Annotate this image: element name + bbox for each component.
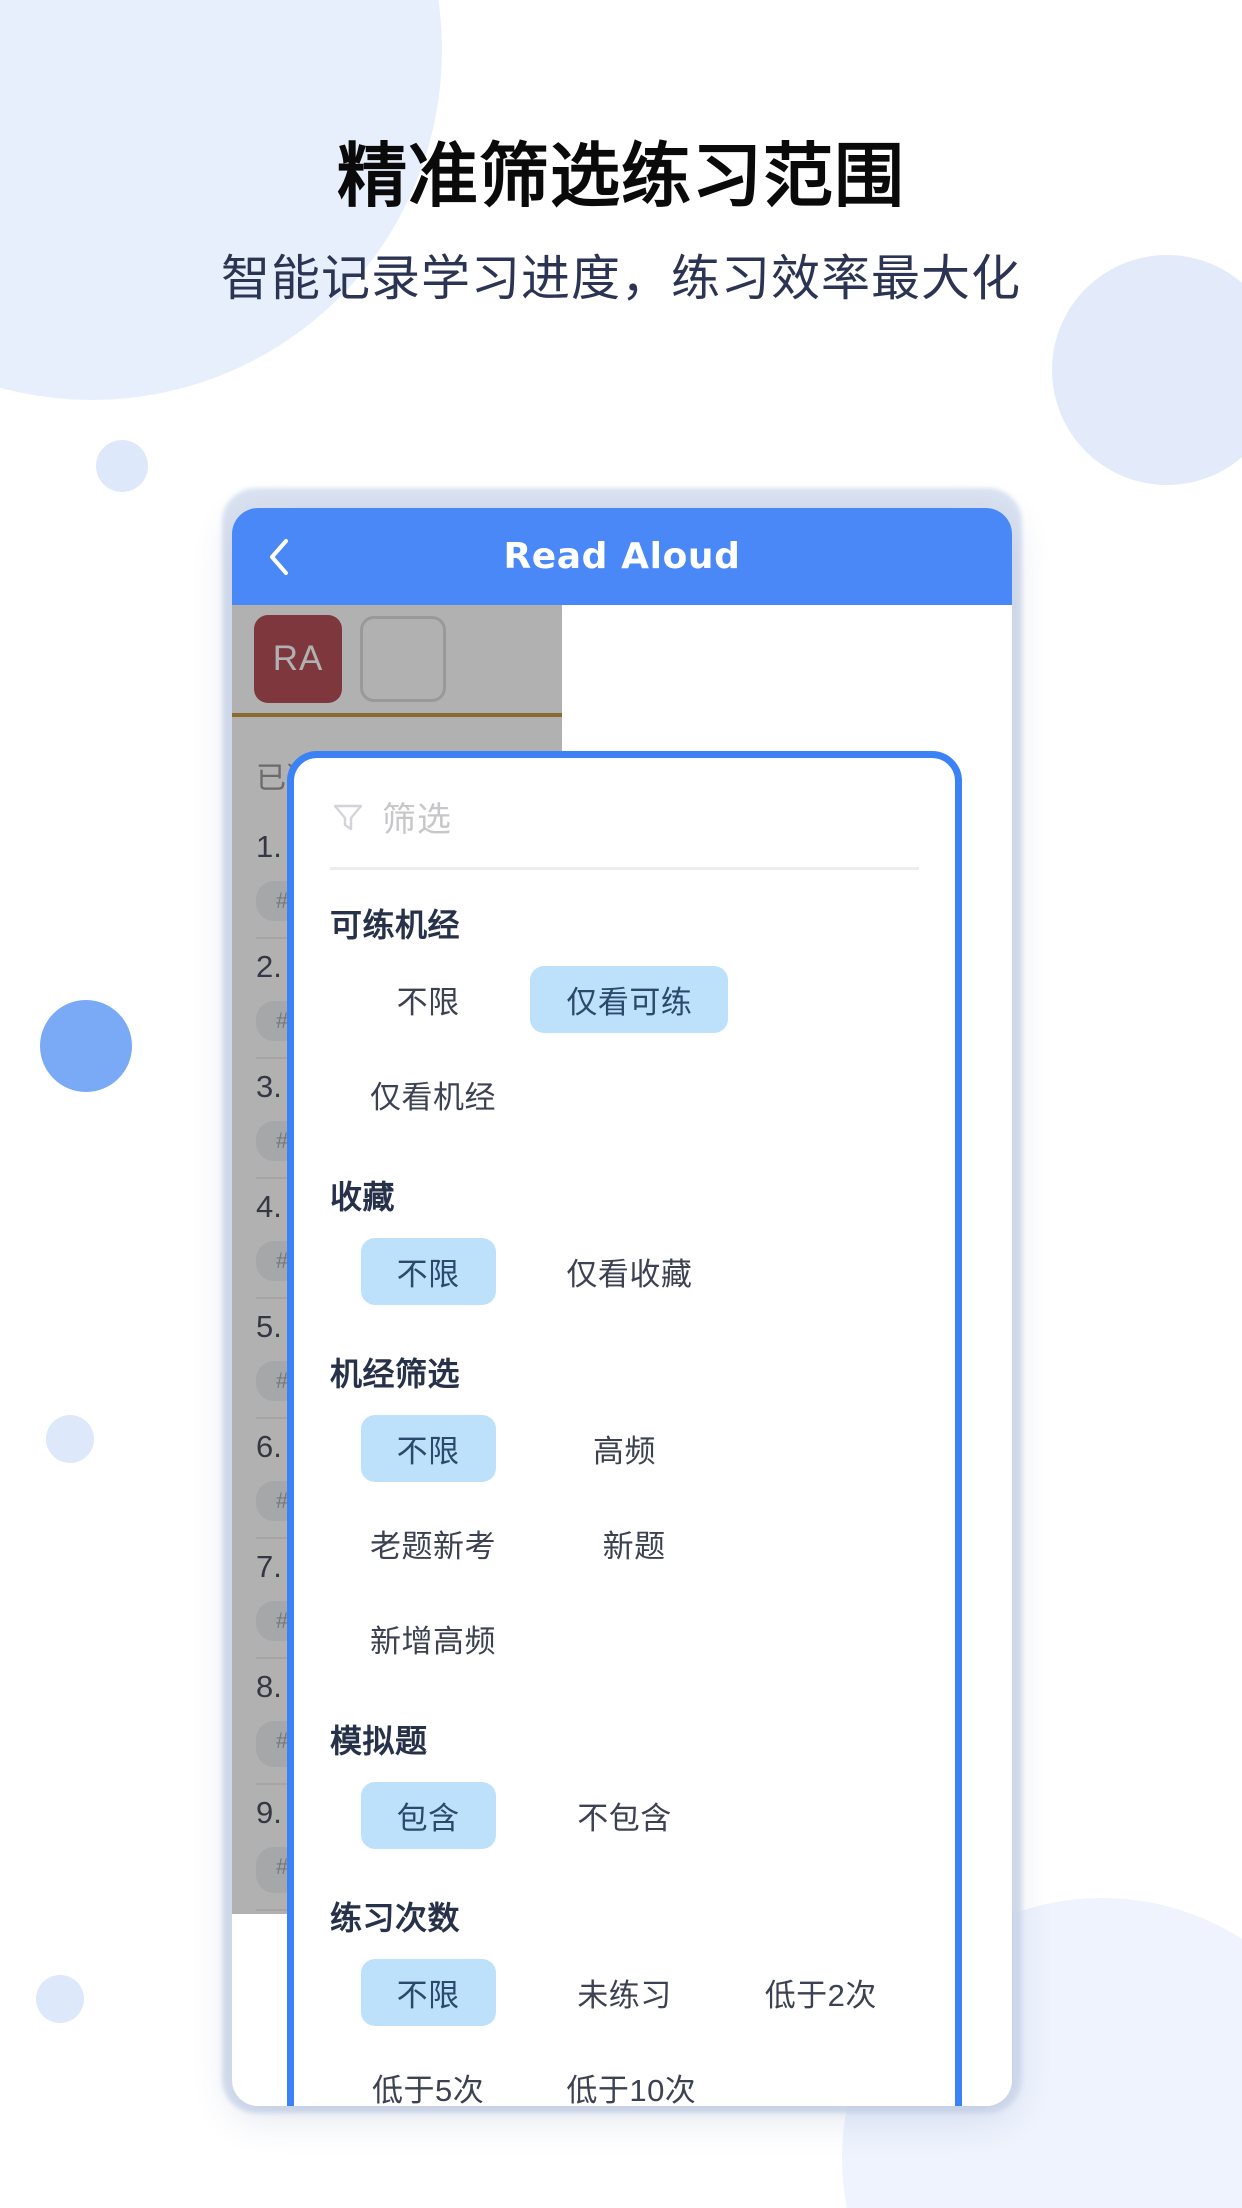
background-dot-large-left	[40, 1000, 132, 1092]
app-header-title: Read Aloud	[503, 536, 741, 577]
filter-option-label: 不限	[360, 1415, 496, 1482]
app-body: RA 已选题目 8 1. Book ch #213 2.	[232, 605, 1012, 2106]
page-subtitle: 智能记录学习进度，练习效率最大化	[220, 251, 1021, 306]
filter-option-group: 不限 高频 老题新考 新题 新增高频	[330, 1401, 919, 1686]
filter-option-group: 不限 仅看收藏	[330, 1224, 919, 1319]
filter-section-title: 模拟题	[330, 1723, 428, 1759]
background-dot-small-lower	[36, 1975, 84, 2023]
chevron-left-icon[interactable]	[262, 538, 296, 575]
filter-option[interactable]: 新题	[536, 1496, 732, 1591]
filter-section-exam-bank: 机经筛选 不限 高频 老题新考 新题 新增高频	[330, 1349, 919, 1686]
filter-option-label: 低于10次	[566, 2073, 697, 2106]
filter-option-label: 仅看可练	[530, 966, 729, 1033]
filter-option[interactable]: 高频	[526, 1401, 722, 1496]
filter-section-title: 练习次数	[330, 1900, 461, 1936]
list-item-index: 3.	[256, 1069, 282, 1104]
filter-option-group: 不限 仅看可练 仅看机经	[330, 952, 919, 1142]
filter-option-selected[interactable]: 不限	[330, 1945, 526, 2040]
tab-secondary[interactable]	[360, 616, 446, 702]
filter-option[interactable]: 仅看收藏	[526, 1224, 732, 1319]
filter-option-label: 不限	[360, 1238, 496, 1305]
filter-section-title: 收藏	[330, 1179, 396, 1215]
filter-option-group: 不限 未练习 低于2次 低于5次 低于10次	[330, 1945, 919, 2106]
list-item-index: 9.	[256, 1795, 282, 1830]
filter-option-label: 老题新考	[370, 1529, 496, 1564]
filter-option-label: 新题	[602, 1529, 666, 1564]
filter-option-selected[interactable]: 不限	[330, 1401, 526, 1496]
filter-option-label: 仅看收藏	[566, 1257, 693, 1292]
list-item-index: 7.	[256, 1549, 282, 1584]
filter-option-selected[interactable]: 包含	[330, 1768, 526, 1863]
filter-option-label: 不包含	[577, 1801, 672, 1836]
filter-option[interactable]: 老题新考	[330, 1496, 536, 1591]
filter-option[interactable]: 新增高频	[330, 1591, 536, 1686]
phone-mockup: Read Aloud RA 已选题目 8 1. Book ch #213	[232, 508, 1012, 2106]
filter-option[interactable]: 低于2次	[723, 1945, 919, 2040]
background-dot-small-mid	[46, 1415, 94, 1463]
list-item-index: 1.	[256, 829, 282, 864]
filter-option[interactable]: 不包含	[526, 1768, 722, 1863]
filter-option-label: 低于2次	[764, 1978, 877, 2013]
page-title: 精准筛选练习范围	[337, 135, 905, 217]
app-header: Read Aloud	[232, 508, 1012, 605]
promo-heading-group: 精准筛选练习范围 智能记录学习进度，练习效率最大化	[0, 135, 1242, 308]
filter-option-label: 仅看机经	[370, 1080, 496, 1115]
filter-option-label: 新增高频	[370, 1624, 496, 1659]
filter-option-label: 未练习	[577, 1978, 672, 2013]
filter-option[interactable]: 仅看机经	[330, 1047, 536, 1142]
funnel-icon	[330, 799, 366, 835]
filter-option-selected[interactable]: 仅看可练	[526, 952, 732, 1047]
filter-section-title: 机经筛选	[330, 1356, 461, 1392]
filter-option-selected[interactable]: 不限	[330, 1224, 526, 1319]
filter-option-group: 包含 不包含	[330, 1768, 919, 1863]
filter-option-label: 不限	[396, 985, 460, 1020]
list-item-index: 6.	[256, 1429, 282, 1464]
filter-dialog-header: 筛选	[330, 792, 919, 870]
tab-ra[interactable]: RA	[254, 615, 342, 703]
list-item-index: 2.	[256, 949, 282, 984]
filter-option-label: 包含	[360, 1782, 496, 1849]
filter-option-label: 高频	[592, 1434, 656, 1469]
list-item-index: 5.	[256, 1309, 282, 1344]
list-item-index: 8.	[256, 1669, 282, 1704]
filter-option-label: 不限	[360, 1959, 496, 2026]
filter-option[interactable]: 未练习	[526, 1945, 722, 2040]
filter-option[interactable]: 不限	[330, 952, 526, 1047]
filter-dialog-title: 筛选	[382, 801, 452, 839]
filter-option[interactable]: 低于10次	[526, 2040, 736, 2106]
filter-dialog: 筛选 可练机经 不限 仅看可练 仅看机经 收藏 不限 仅看收藏 机经筛选 不限 …	[287, 751, 962, 2106]
filter-section-practicable: 可练机经 不限 仅看可练 仅看机经	[330, 900, 919, 1142]
filter-section-practice-count: 练习次数 不限 未练习 低于2次 低于5次 低于10次	[330, 1893, 919, 2106]
filter-option[interactable]: 低于5次	[330, 2040, 526, 2106]
filter-option-label: 低于5次	[372, 2073, 485, 2106]
filter-section-favorites: 收藏 不限 仅看收藏	[330, 1172, 919, 1319]
filter-section-mock-questions: 模拟题 包含 不包含	[330, 1716, 919, 1863]
filter-section-title: 可练机经	[330, 907, 461, 943]
list-item-index: 4.	[256, 1189, 282, 1224]
background-dot-small-upper	[96, 440, 148, 492]
category-tab-row: RA	[232, 605, 562, 713]
